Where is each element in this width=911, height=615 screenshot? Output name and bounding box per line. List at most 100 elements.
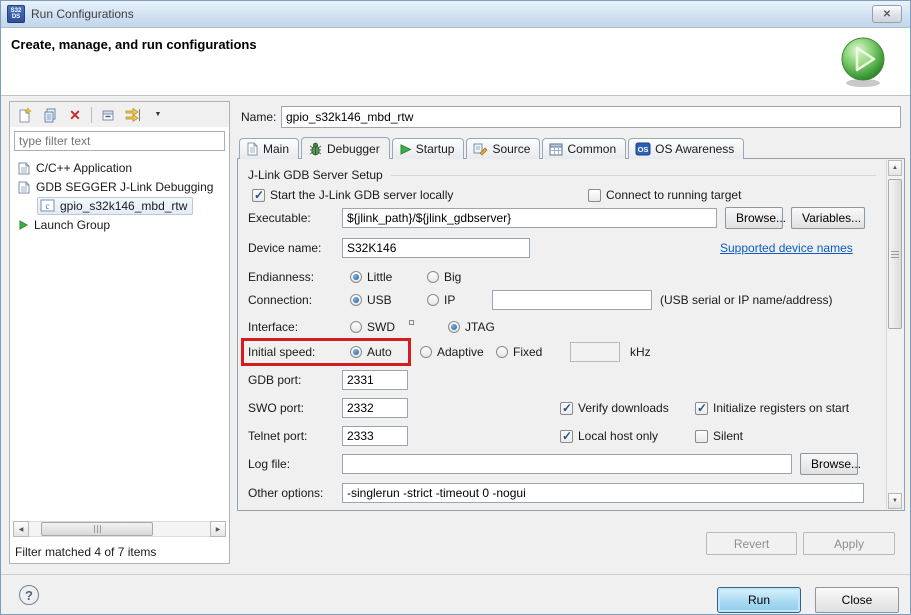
window-close-button[interactable]: ✕ xyxy=(872,5,902,23)
speed-khz-input xyxy=(570,342,620,362)
executable-label: Executable: xyxy=(248,211,342,225)
configurations-tree: C/C++ Application GDB SEGGER J-Link Debu… xyxy=(10,155,229,234)
supported-device-names-link[interactable]: Supported device names xyxy=(720,241,853,255)
banner-title: Create, manage, and run configurations xyxy=(11,37,257,52)
tab-debugger[interactable]: Debugger xyxy=(301,137,390,159)
tab-source[interactable]: Source xyxy=(466,138,540,159)
app-icon: S32 DS xyxy=(7,5,25,23)
help-button[interactable]: ? xyxy=(19,585,39,605)
group-header: J-Link GDB Server Setup xyxy=(248,164,876,186)
group-title: J-Link GDB Server Setup xyxy=(248,168,383,182)
connection-address-input[interactable] xyxy=(492,290,652,310)
scroll-down-arrow[interactable]: ▼ xyxy=(888,493,902,509)
tab-os-awareness[interactable]: OS OS Awareness xyxy=(628,138,744,159)
gdb-port-input[interactable] xyxy=(342,370,408,390)
apply-button: Apply xyxy=(803,532,895,555)
scroll-up-arrow[interactable]: ▲ xyxy=(888,160,902,176)
debugger-bug-icon xyxy=(308,142,323,156)
hscroll-track xyxy=(29,521,210,537)
scroll-right-arrow[interactable]: ▶ xyxy=(210,521,226,537)
interface-label: Interface: xyxy=(248,320,342,334)
log-file-browse-button[interactable]: Browse... xyxy=(800,453,858,475)
header-banner: Create, manage, and run configurations xyxy=(1,28,910,96)
connection-label: Connection: xyxy=(248,293,342,307)
connection-usb-radio[interactable]: USB xyxy=(350,293,427,307)
c-file-icon: c xyxy=(40,199,55,212)
group-divider xyxy=(391,175,876,176)
tree-item-label: gpio_s32k146_mbd_rtw xyxy=(60,199,187,213)
radio-icon xyxy=(427,271,439,283)
common-table-icon xyxy=(549,143,563,156)
swo-port-label: SWO port: xyxy=(248,401,342,415)
name-label: Name: xyxy=(241,110,281,124)
radio-icon xyxy=(420,346,432,358)
filter-input[interactable] xyxy=(14,131,225,151)
checkbox-unchecked-icon xyxy=(695,430,708,443)
interface-swd-radio[interactable]: SWD xyxy=(350,320,395,334)
silent-checkbox[interactable]: Silent xyxy=(695,429,743,443)
other-options-input[interactable] xyxy=(342,483,864,503)
executable-input[interactable] xyxy=(342,208,717,228)
duplicate-configuration-icon[interactable] xyxy=(41,106,59,124)
main-tab-icon xyxy=(246,142,259,156)
tree-item-launch-group[interactable]: Launch Group xyxy=(10,215,229,234)
svg-text:c: c xyxy=(46,201,50,211)
interface-jtag-radio[interactable]: JTAG xyxy=(448,320,495,334)
endianness-little-radio[interactable]: Little xyxy=(350,270,427,284)
verify-downloads-checkbox[interactable]: Verify downloads xyxy=(560,401,669,415)
delete-configuration-icon[interactable]: ✕ xyxy=(66,106,84,124)
window-title: Run Configurations xyxy=(31,7,134,21)
footer-separator xyxy=(1,574,910,575)
content-vertical-scrollbar: ▲ ▼ xyxy=(886,160,903,509)
run-button[interactable]: Run xyxy=(717,587,801,613)
swo-port-input[interactable] xyxy=(342,398,408,418)
close-icon: ✕ xyxy=(883,9,891,20)
speed-fixed-radio[interactable]: Fixed xyxy=(496,345,570,359)
executable-browse-button[interactable]: Browse... xyxy=(725,207,783,229)
swd-marker-square xyxy=(409,320,414,325)
tree-item-cpp-application[interactable]: C/C++ Application xyxy=(10,158,229,177)
endianness-big-radio[interactable]: Big xyxy=(427,270,461,284)
close-button[interactable]: Close xyxy=(815,587,899,613)
toolbar-menu-arrow-icon[interactable]: ▼ xyxy=(149,106,167,124)
tab-common[interactable]: Common xyxy=(542,138,626,159)
hscroll-thumb[interactable] xyxy=(41,522,153,536)
tree-item-gdb-segger-jlink[interactable]: GDB SEGGER J-Link Debugging xyxy=(10,177,229,196)
name-input[interactable] xyxy=(281,106,901,128)
speed-auto-radio[interactable]: Auto xyxy=(350,345,420,359)
tree-item-gpio-s32k146[interactable]: c gpio_s32k146_mbd_rtw xyxy=(10,196,229,215)
tab-startup[interactable]: Startup xyxy=(392,138,465,159)
radio-selected-icon xyxy=(350,346,362,358)
tree-horizontal-scrollbar: ◀ ▶ xyxy=(13,521,226,537)
launch-config-icon xyxy=(17,161,31,175)
radio-selected-icon xyxy=(448,321,460,333)
connect-running-target-checkbox[interactable]: Connect to running target xyxy=(588,188,741,202)
os-awareness-icon: OS xyxy=(635,142,651,156)
radio-selected-icon xyxy=(350,294,362,306)
config-tree-panel: ✕ ▼ C/C++ Application GDB SEGGER J-Link … xyxy=(9,101,230,564)
initial-speed-label: Initial speed: xyxy=(248,345,342,359)
checkbox-checked-icon xyxy=(560,430,573,443)
variables-button[interactable]: Variables... xyxy=(791,207,865,229)
speed-adaptive-radio[interactable]: Adaptive xyxy=(420,345,496,359)
scroll-left-arrow[interactable]: ◀ xyxy=(13,521,29,537)
checkbox-checked-icon xyxy=(560,402,573,415)
init-registers-checkbox[interactable]: Initialize registers on start xyxy=(695,401,849,415)
radio-icon xyxy=(427,294,439,306)
tab-main[interactable]: Main xyxy=(239,138,299,159)
tree-toolbar: ✕ ▼ xyxy=(10,102,229,127)
big-run-button[interactable] xyxy=(838,36,888,88)
filter-configurations-icon[interactable] xyxy=(124,106,142,124)
collapse-all-icon[interactable] xyxy=(99,106,117,124)
new-configuration-icon[interactable] xyxy=(16,106,34,124)
start-gdb-locally-checkbox[interactable]: Start the J-Link GDB server locally xyxy=(248,188,453,202)
log-file-input[interactable] xyxy=(342,454,792,474)
local-host-only-checkbox[interactable]: Local host only xyxy=(560,429,658,443)
svg-text:OS: OS xyxy=(638,145,649,154)
radio-icon xyxy=(496,346,508,358)
telnet-port-input[interactable] xyxy=(342,426,408,446)
log-file-label: Log file: xyxy=(248,457,342,471)
connection-ip-radio[interactable]: IP xyxy=(427,293,492,307)
vscroll-thumb[interactable] xyxy=(888,179,902,329)
device-name-input[interactable] xyxy=(342,238,530,258)
